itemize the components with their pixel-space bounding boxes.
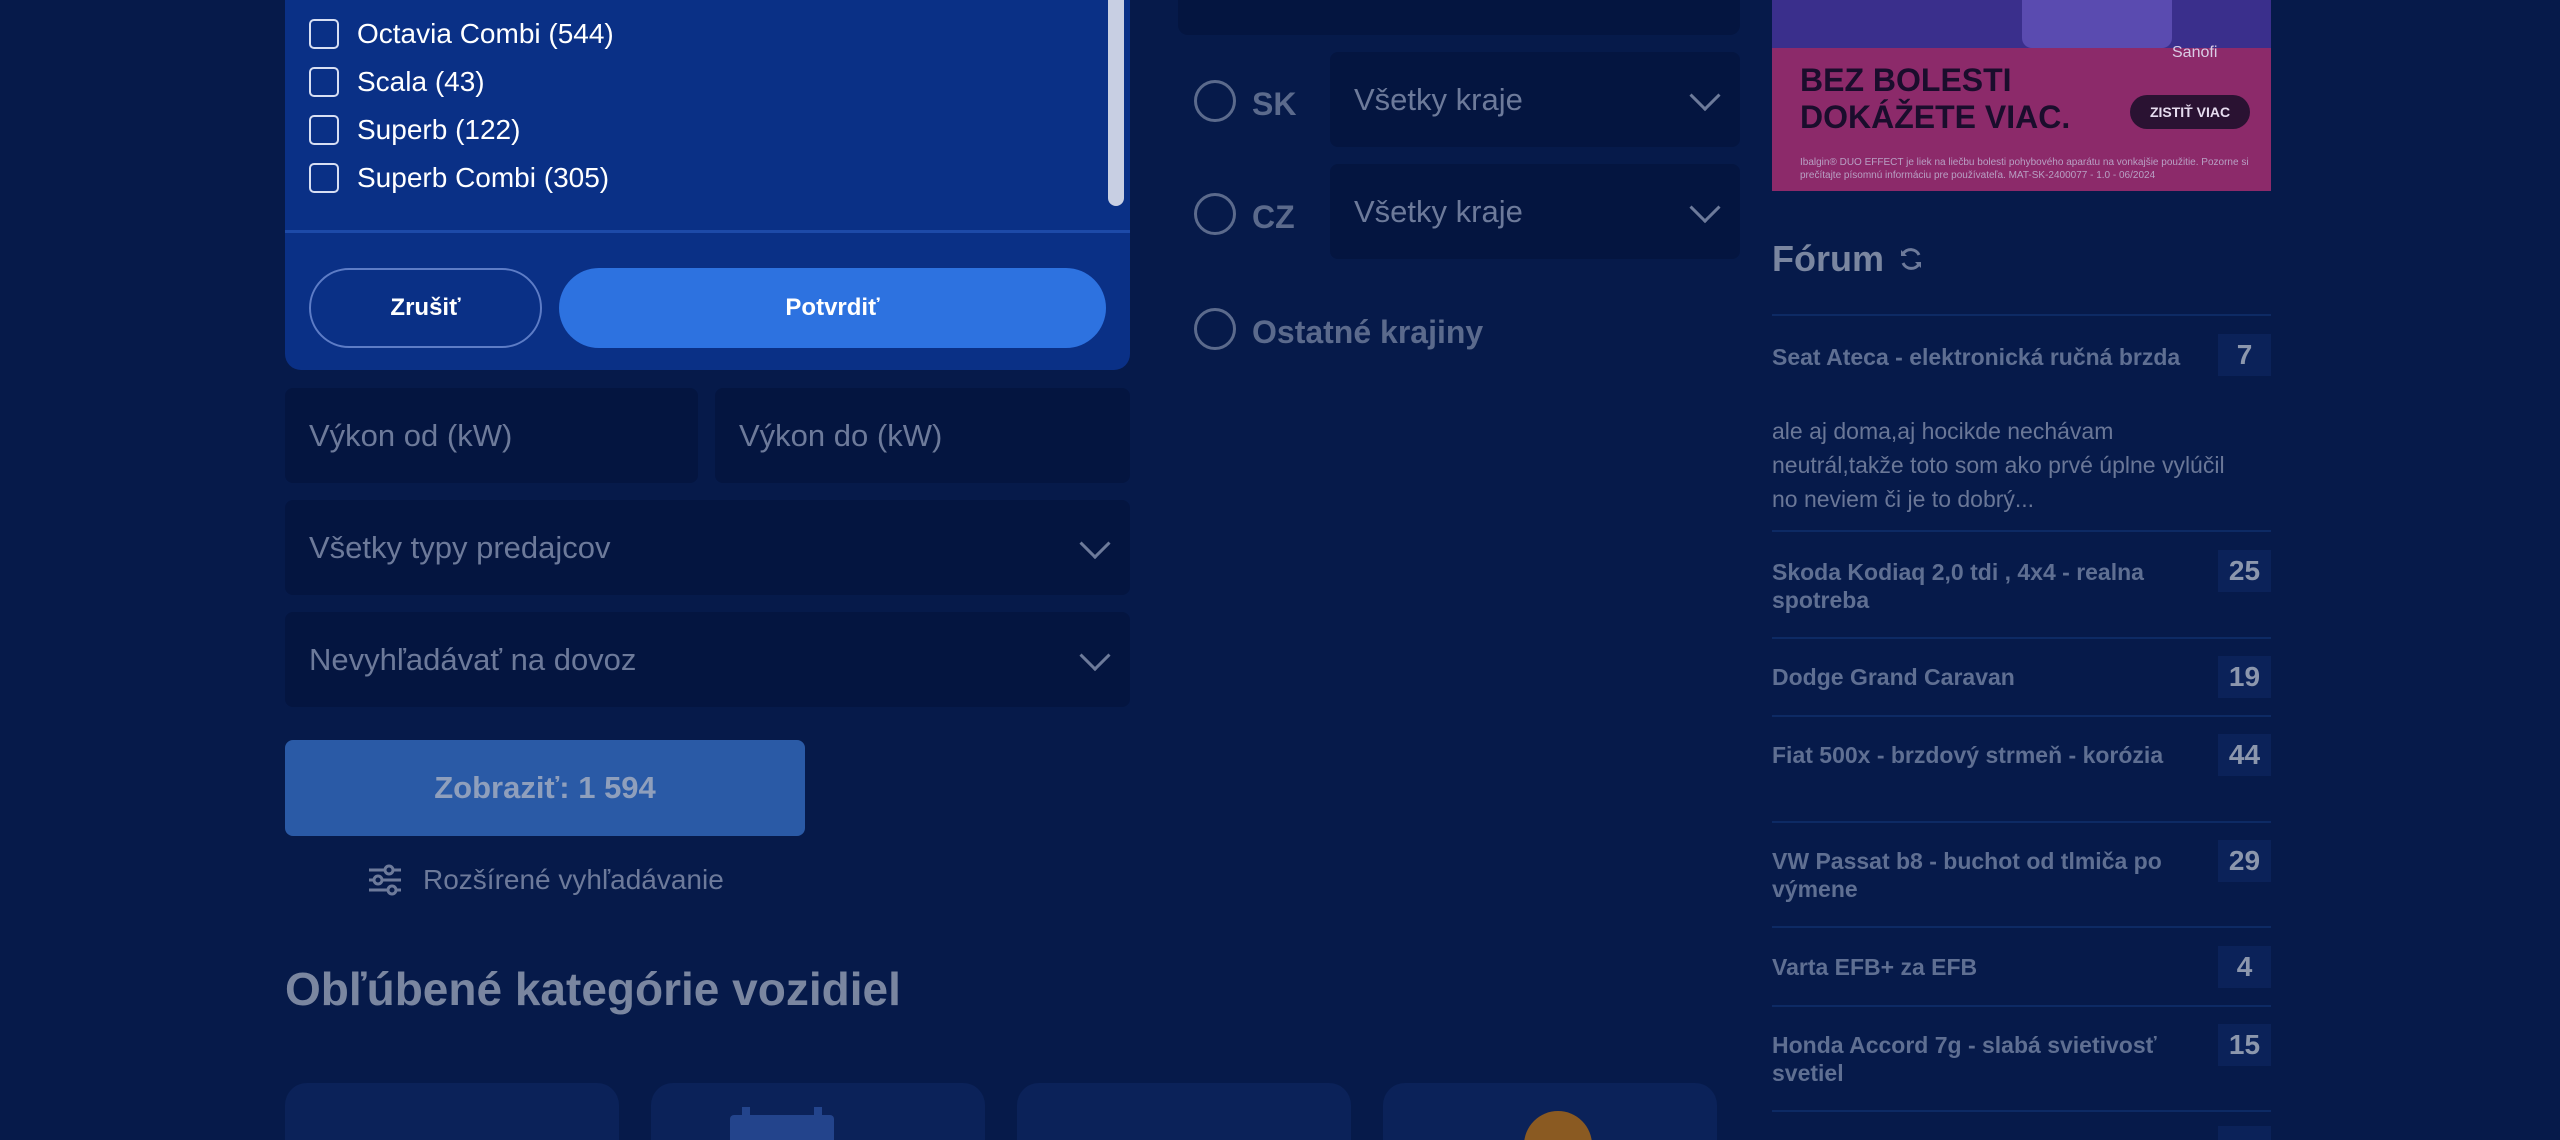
category-card[interactable] — [1383, 1083, 1717, 1140]
forum-thread-count: 19 — [2218, 656, 2271, 698]
divider — [285, 230, 1130, 233]
forum-thread-count-partial — [2218, 1126, 2271, 1140]
model-option[interactable]: Superb (122) — [309, 110, 520, 150]
checkbox[interactable] — [309, 67, 339, 97]
advanced-search-label: Rozšírené vyhľadávanie — [423, 864, 724, 895]
model-option[interactable]: Octavia Combi (544) — [309, 14, 614, 54]
cancel-button[interactable]: Zrušiť — [309, 268, 542, 348]
chevron-down-icon — [1079, 527, 1111, 559]
forum-thread-count: 29 — [2218, 840, 2271, 882]
forum-thread-count: 15 — [2218, 1024, 2271, 1066]
seller-type-select[interactable]: Všetky typy predajcov — [285, 500, 1130, 595]
model-option-partial[interactable] — [309, 0, 357, 4]
power-to-placeholder: Výkon do (kW) — [739, 417, 943, 453]
radio-other-countries[interactable] — [1194, 308, 1236, 350]
category-icon — [1524, 1111, 1592, 1140]
model-option[interactable]: Superb Combi (305) — [309, 158, 609, 198]
category-card[interactable] — [285, 1083, 619, 1140]
radio-other-label: Ostatné krajiny — [1252, 314, 1484, 350]
chevron-down-icon — [1689, 79, 1721, 111]
forum-thread-link[interactable]: VW Passat b8 - buchot od tlmiča po výmen… — [1772, 847, 2187, 903]
forum-thread-link[interactable]: Varta EFB+ za EFB — [1772, 953, 2187, 981]
divider — [1772, 1110, 2271, 1112]
sk-region-select[interactable]: Všetky kraje — [1330, 52, 1740, 147]
forum-thread-count: 7 — [2218, 334, 2271, 376]
sk-region-value: Všetky kraje — [1354, 81, 1523, 117]
model-option-label: Superb Combi (305) — [357, 162, 610, 193]
model-option-label: Superb (122) — [357, 114, 521, 145]
seller-type-value: Všetky typy predajcov — [309, 529, 611, 565]
forum-thread-count: 44 — [2218, 734, 2271, 776]
ad-headline: BEZ BOLESTI DOKÁŽETE VIAC. — [1800, 62, 2071, 135]
divider — [1772, 1005, 2271, 1007]
power-from-input[interactable]: Výkon od (kW) — [285, 388, 698, 483]
checkbox[interactable] — [309, 19, 339, 49]
advanced-search-link[interactable]: Rozšírené vyhľadávanie — [367, 860, 724, 900]
cz-region-value: Všetky kraje — [1354, 193, 1523, 229]
divider — [1772, 637, 2271, 639]
chevron-down-icon — [1079, 639, 1111, 671]
forum-thread-count: 25 — [2218, 550, 2271, 592]
import-select[interactable]: Nevyhľadávať na dovoz — [285, 612, 1130, 707]
power-to-input[interactable]: Výkon do (kW) — [715, 388, 1130, 483]
checkbox[interactable] — [309, 163, 339, 193]
refresh-icon[interactable] — [1898, 246, 1924, 272]
category-card[interactable] — [1017, 1083, 1351, 1140]
divider — [1772, 821, 2271, 823]
location-input[interactable] — [1178, 0, 1740, 35]
model-option[interactable]: Scala (43) — [309, 62, 485, 102]
page: Octavia Combi (544) Scala (43) Superb (1… — [0, 0, 2560, 1140]
forum-thread-link[interactable]: Fiat 500x - brzdový strmeň - korózia — [1772, 741, 2187, 769]
radio-cz[interactable] — [1194, 193, 1236, 235]
divider — [1772, 715, 2271, 717]
forum-title-label: Fórum — [1772, 238, 1884, 279]
ad-product-box — [2022, 0, 2172, 48]
radio-sk[interactable] — [1194, 80, 1236, 122]
advertisement[interactable]: Sanofi BEZ BOLESTI DOKÁŽETE VIAC. ZISTIŤ… — [1772, 0, 2271, 191]
confirm-button[interactable]: Potvrdiť — [559, 268, 1106, 348]
forum-thread-link[interactable]: Dodge Grand Caravan — [1772, 663, 2187, 691]
power-from-placeholder: Výkon od (kW) — [309, 417, 513, 453]
import-value: Nevyhľadávať na dovoz — [309, 641, 637, 677]
chevron-down-icon — [1689, 191, 1721, 223]
category-card[interactable] — [651, 1083, 985, 1140]
cz-region-select[interactable]: Všetky kraje — [1330, 164, 1740, 259]
scrollbar-thumb[interactable] — [1108, 0, 1124, 206]
ad-cta-button[interactable]: ZISTIŤ VIAC — [2130, 95, 2250, 129]
radio-sk-label: SK — [1252, 86, 1297, 122]
forum-thread-link[interactable]: Honda Accord 7g - slabá svietivosť sveti… — [1772, 1031, 2187, 1087]
model-option-label: Scala (43) — [357, 66, 485, 97]
divider — [1772, 314, 2271, 316]
model-filter-dropdown: Octavia Combi (544) Scala (43) Superb (1… — [285, 0, 1130, 370]
radio-cz-label: CZ — [1252, 199, 1295, 235]
forum-thread-count: 4 — [2218, 946, 2271, 988]
checkbox[interactable] — [309, 115, 339, 145]
sliders-icon — [369, 864, 401, 896]
divider — [1772, 926, 2271, 928]
category-icon — [730, 1107, 834, 1140]
forum-thread-snippet: ale aj doma,aj hocikde nechávam neutrál,… — [1772, 418, 2225, 512]
show-results-button[interactable]: Zobraziť: 1 594 — [285, 740, 805, 836]
model-option-label: Octavia Combi (544) — [357, 18, 614, 49]
divider — [1772, 530, 2271, 532]
forum-thread-link[interactable]: Skoda Kodiaq 2,0 tdi , 4x4 - realna spot… — [1772, 558, 2187, 614]
ad-brand: Sanofi — [2172, 44, 2218, 61]
forum-title: Fórum — [1772, 238, 1924, 280]
popular-categories-title: Obľúbené kategórie vozidiel — [285, 963, 901, 1015]
forum-thread-link[interactable]: Seat Ateca - elektronická ručná brzda — [1772, 343, 2187, 371]
ad-fine-print: Ibalgin® DUO EFFECT je liek na liečbu bo… — [1800, 157, 2249, 181]
